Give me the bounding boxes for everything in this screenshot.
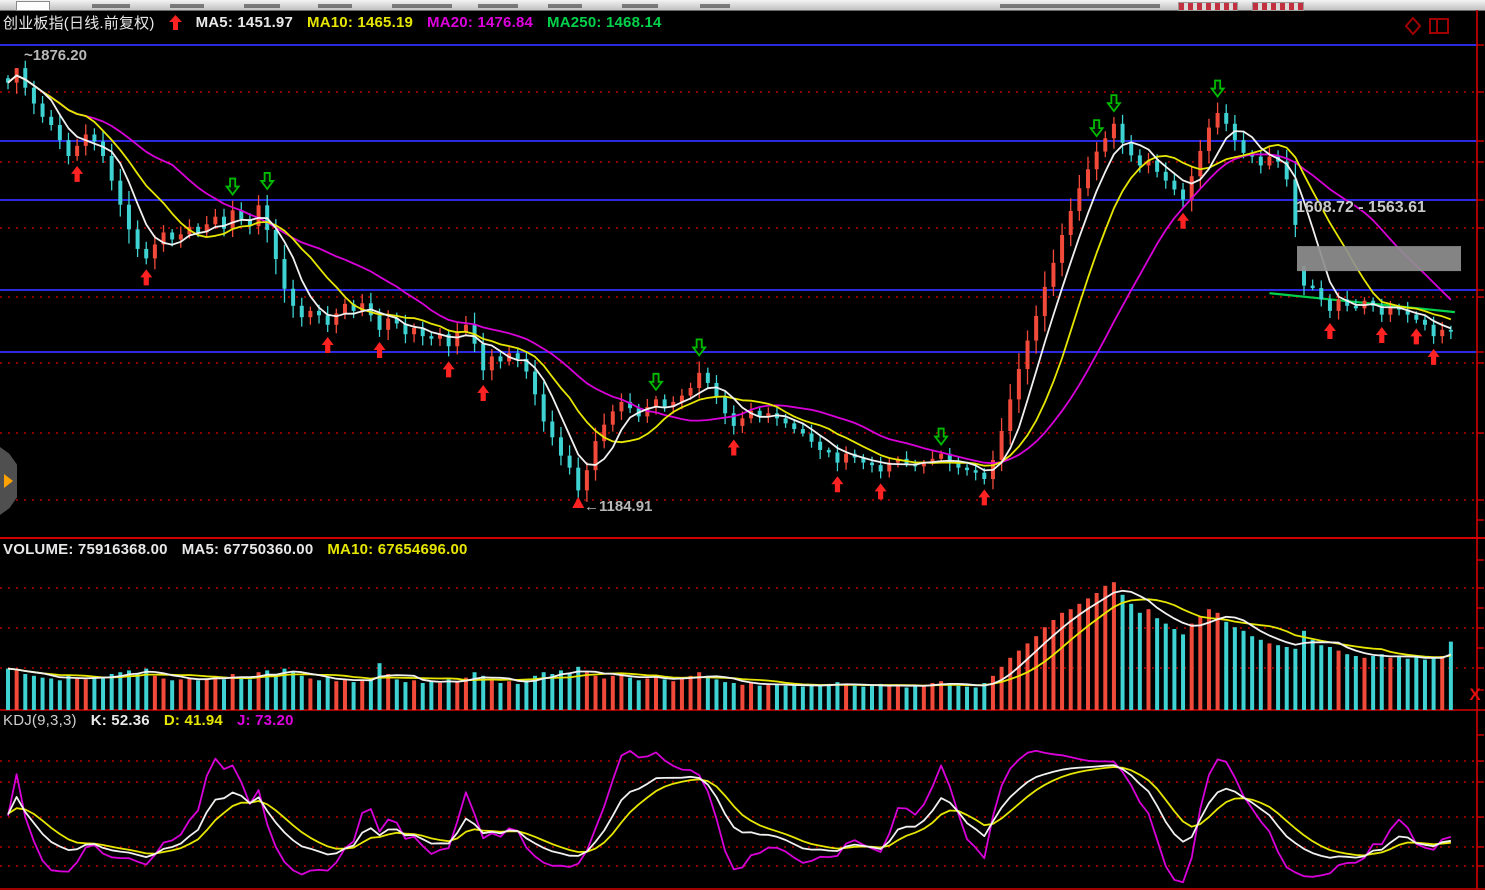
sell-signal-arrow — [935, 429, 947, 445]
gap-range-label: 1608.72 - 1563.61 — [1296, 199, 1426, 217]
pane-corner-icons — [1404, 16, 1452, 36]
ma5-value: MA5: 1451.97 — [196, 14, 293, 31]
kdj-d-value: D: 41.94 — [164, 712, 223, 729]
buy-signal-arrow — [322, 337, 334, 353]
kdj-k-value: K: 52.36 — [91, 712, 150, 729]
buy-signal-arrow — [831, 476, 843, 492]
buy-signal-arrow — [1177, 213, 1189, 229]
buy-signal-arrow — [71, 166, 83, 182]
buy-signal-arrow — [978, 489, 990, 505]
sell-signal-arrow — [1212, 81, 1224, 97]
buy-signal-arrow — [875, 483, 887, 499]
buy-signal-arrow — [728, 440, 740, 456]
close-pane-button[interactable]: X — [1467, 686, 1483, 704]
up-arrow-icon — [169, 15, 182, 30]
sell-signal-arrow — [261, 173, 273, 189]
lowest-price-label: ←1184.91 — [584, 498, 652, 515]
kdj-name: KDJ(9,3,3) — [3, 712, 77, 729]
sell-signal-arrow — [227, 179, 239, 195]
buy-signal-arrow — [140, 269, 152, 285]
kdj-j-value: J: 73.20 — [237, 712, 294, 729]
buy-signal-arrow — [477, 385, 489, 401]
diamond-icon[interactable] — [1406, 18, 1420, 34]
volume-ma10-value: MA10: 67654696.00 — [327, 541, 467, 558]
instrument-title: 创业板指(日线.前复权) — [3, 12, 155, 33]
ma20-value: MA20: 1476.84 — [427, 14, 533, 31]
ma10-value: MA10: 1465.19 — [307, 14, 413, 31]
ma250-value: MA250: 1468.14 — [547, 14, 662, 31]
kdj-pane-header: KDJ(9,3,3) K: 52.36 D: 41.94 J: 73.20 — [3, 712, 294, 729]
main-chart-header: 创业板指(日线.前复权) MA5: 1451.97 MA10: 1465.19 … — [3, 12, 662, 33]
buy-signal-arrow — [1324, 323, 1336, 339]
buy-signal-arrow — [374, 342, 386, 358]
flyout-arrow-icon — [4, 474, 13, 488]
stock-app-window: 创业板指(日线.前复权) MA5: 1451.97 MA10: 1465.19 … — [0, 0, 1485, 890]
sell-signal-arrow — [693, 339, 705, 355]
buy-signal-arrow — [443, 361, 455, 377]
low-marker-triangle — [572, 497, 584, 508]
buy-signal-arrow — [1410, 328, 1422, 344]
volume-ma5-value: MA5: 67750360.00 — [182, 541, 314, 558]
volume-value: VOLUME: 75916368.00 — [3, 541, 168, 558]
highest-price-label: ~1876.20 — [24, 47, 87, 64]
sell-signal-arrow — [650, 374, 662, 390]
buy-signal-arrow — [1376, 327, 1388, 343]
sell-signal-arrow — [1108, 95, 1120, 111]
sell-signal-arrow — [1091, 120, 1103, 136]
volume-pane-header: VOLUME: 75916368.00 MA5: 67750360.00 MA1… — [3, 541, 468, 558]
split-window-icon[interactable] — [1430, 19, 1448, 33]
gap-highlight-box — [1297, 246, 1461, 271]
candlestick-chart-canvas[interactable] — [0, 0, 1485, 890]
